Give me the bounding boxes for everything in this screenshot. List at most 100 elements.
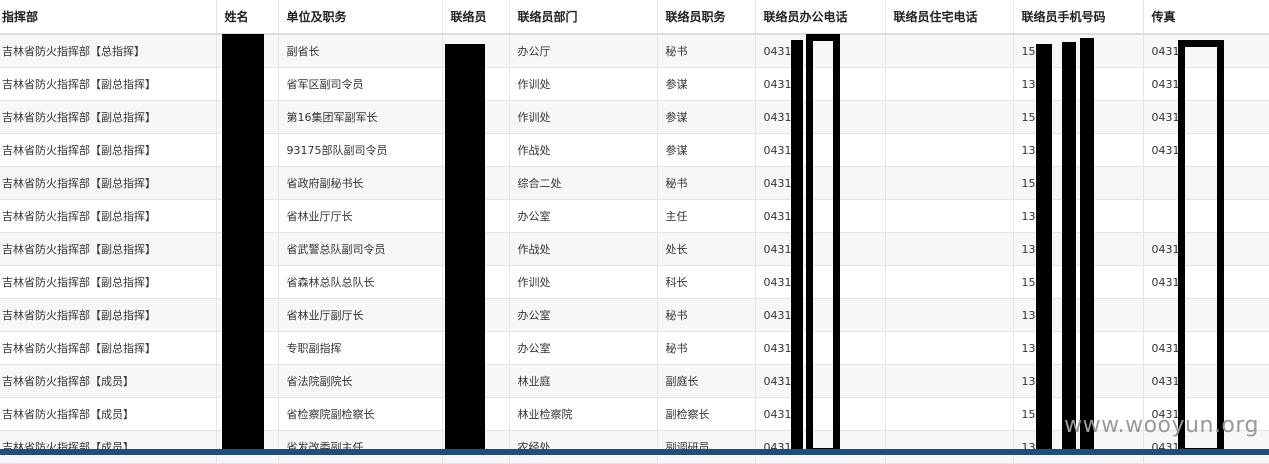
cell-liaison-dept: 作训处 [509,100,658,134]
cell-hq: 吉林省防火指挥部【总指挥】 [0,34,217,68]
cell-hq: 吉林省防火指挥部【成员】 [0,364,217,398]
cell-liaison-dept: 办公室 [509,298,658,332]
cell-unit: 副省长 [278,34,443,68]
cell-unit: 省武警总队副司令员 [278,232,443,266]
table-row[interactable]: 吉林省防火指挥部【副总指挥】 省林业厅副厅长 办公室 秘书 0431 13 [0,298,1269,332]
cell-unit: 省军区副司令员 [278,67,443,101]
cell-home-phone [885,232,1014,266]
header-hq[interactable]: 指挥部 [0,0,217,35]
redaction-liaison-column [445,44,485,455]
cell-liaison-dept: 林业检察院 [509,397,658,431]
cell-liaison-dept: 作训处 [509,67,658,101]
cell-hq: 吉林省防火指挥部【副总指挥】 [0,100,217,134]
cell-home-phone [885,430,1014,464]
cell-hq: 吉林省防火指挥部【成员】 [0,397,217,431]
header-name[interactable]: 姓名 [216,0,279,35]
cell-liaison-role: 秘书 [657,331,756,365]
cell-unit: 省检察院副检察长 [278,397,443,431]
cell-mobile: 13 [1013,67,1144,101]
header-liaison[interactable]: 联络员 [442,0,510,35]
cell-hq: 吉林省防火指挥部【副总指挥】 [0,232,217,266]
redaction-office-phone-bar [791,40,803,455]
table-header-row: 指挥部 姓名 单位及职务 联络员 联络员部门 联络员职务 联络员办公电话 联络员… [0,0,1269,35]
cell-home-phone [885,265,1014,299]
cell-mobile: 15 [1013,166,1144,200]
cell-unit: 省林业厅厅长 [278,199,443,233]
cell-mobile: 15 [1013,100,1144,134]
cell-mobile: 13 [1013,133,1144,167]
cell-liaison-dept: 作训处 [509,265,658,299]
redaction-fax-frame [1178,40,1224,455]
cell-liaison-role: 参谋 [657,133,756,167]
table-row[interactable]: 吉林省防火指挥部【副总指挥】 省森林总队总队长 作训处 科长 0431 15 0431 [0,265,1269,299]
cell-home-phone [885,364,1014,398]
cell-mobile: 15 [1013,265,1144,299]
cell-unit: 省森林总队总队长 [278,265,443,299]
header-home-phone[interactable]: 联络员住宅电话 [885,0,1014,35]
cell-mobile: 13 [1013,331,1144,365]
redaction-mobile-bar-2 [1062,42,1076,455]
cell-liaison-role: 副检察长 [657,397,756,431]
cell-unit: 省法院副院长 [278,364,443,398]
cell-home-phone [885,298,1014,332]
table-row[interactable]: 吉林省防火指挥部【副总指挥】 省政府副秘书长 综合二处 秘书 0431 15 [0,166,1269,200]
watermark: www.wooyun.org [1064,413,1259,438]
cell-home-phone [885,133,1014,167]
redaction-name-column [222,34,264,455]
cell-home-phone [885,397,1014,431]
cell-home-phone [885,34,1014,68]
cell-liaison-role: 参谋 [657,100,756,134]
cell-unit: 93175部队副司令员 [278,133,443,167]
cell-hq: 吉林省防火指挥部【成员】 [0,430,217,464]
cell-liaison-role: 副庭长 [657,364,756,398]
contact-table-container: 指挥部 姓名 单位及职务 联络员 联络员部门 联络员职务 联络员办公电话 联络员… [0,0,1269,464]
cell-hq: 吉林省防火指挥部【副总指挥】 [0,166,217,200]
cell-liaison-role: 参谋 [657,67,756,101]
cell-liaison-role: 科长 [657,265,756,299]
header-liaison-dept[interactable]: 联络员部门 [509,0,658,35]
cell-liaison-role: 秘书 [657,34,756,68]
header-unit[interactable]: 单位及职务 [278,0,443,35]
cell-liaison-role: 秘书 [657,166,756,200]
cell-unit: 第16集团军副军长 [278,100,443,134]
table-row[interactable]: 吉林省防火指挥部【副总指挥】 省武警总队副司令员 作战处 处长 0431 13 0431 [0,232,1269,266]
header-office-phone[interactable]: 联络员办公电话 [755,0,886,35]
table-row[interactable]: 吉林省防火指挥部【副总指挥】 省军区副司令员 作训处 参谋 0431 13 0431 [0,67,1269,101]
redaction-mobile-bar-3 [1080,38,1094,455]
cell-unit: 省林业厅副厅长 [278,298,443,332]
cell-liaison-dept: 综合二处 [509,166,658,200]
table-row[interactable]: 吉林省防火指挥部【副总指挥】 93175部队副司令员 作战处 参谋 0431 13 0431 [0,133,1269,167]
cell-hq: 吉林省防火指挥部【副总指挥】 [0,199,217,233]
redaction-office-phone-frame [806,34,840,455]
cell-liaison-role: 主任 [657,199,756,233]
header-liaison-role[interactable]: 联络员职务 [657,0,756,35]
cell-unit: 专职副指挥 [278,331,443,365]
cell-mobile: 13 [1013,364,1144,398]
cell-liaison-dept: 办公室 [509,331,658,365]
cell-liaison-dept: 林业庭 [509,364,658,398]
table-row[interactable]: 吉林省防火指挥部【总指挥】 副省长 办公厅 秘书 0431 15 0431 [0,34,1269,68]
header-mobile[interactable]: 联络员手机号码 [1013,0,1144,35]
cell-home-phone [885,199,1014,233]
cell-home-phone [885,67,1014,101]
cell-mobile: 15 [1013,34,1144,68]
table-row[interactable]: 吉林省防火指挥部【副总指挥】 第16集团军副军长 作训处 参谋 0431 15 0431 [0,100,1269,134]
cell-liaison-dept: 办公室 [509,199,658,233]
cell-home-phone [885,100,1014,134]
bottom-bar [0,449,1269,455]
table-row[interactable]: 吉林省防火指挥部【副总指挥】 专职副指挥 办公室 秘书 0431 13 0431 [0,331,1269,365]
cell-mobile: 13 [1013,298,1144,332]
cell-unit: 省发改委副主任 [278,430,443,464]
cell-liaison-dept: 农经处 [509,430,658,464]
header-fax[interactable]: 传真 [1143,0,1269,35]
cell-unit: 省政府副秘书长 [278,166,443,200]
cell-hq: 吉林省防火指挥部【副总指挥】 [0,133,217,167]
table-row[interactable]: 吉林省防火指挥部【副总指挥】 省林业厅厅长 办公室 主任 0431 13 [0,199,1269,233]
cell-mobile: 13 [1013,199,1144,233]
cell-liaison-role: 副调研员 [657,430,756,464]
cell-home-phone [885,166,1014,200]
cell-home-phone [885,331,1014,365]
table-row[interactable]: 吉林省防火指挥部【成员】 省法院副院长 林业庭 副庭长 0431 13 0431 [0,364,1269,398]
cell-hq: 吉林省防火指挥部【副总指挥】 [0,298,217,332]
cell-liaison-dept: 作战处 [509,232,658,266]
